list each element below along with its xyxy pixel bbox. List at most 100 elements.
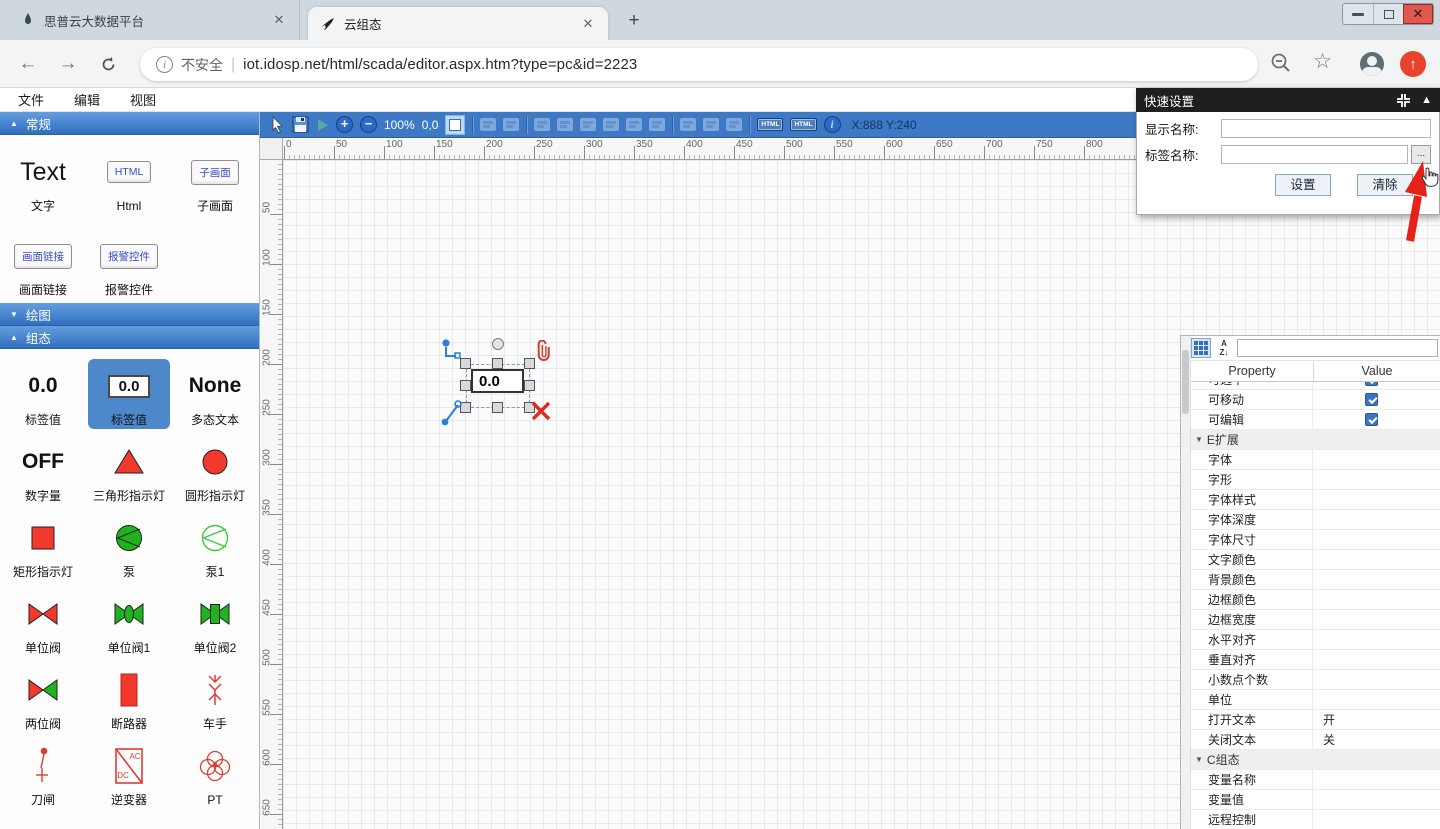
apply-button[interactable]: 设置 — [1275, 174, 1331, 196]
palette-item-Html[interactable]: HTML Html — [88, 145, 170, 215]
align-center-icon[interactable] — [557, 118, 573, 131]
property-row-变量值[interactable]: 变量值 — [1191, 790, 1440, 810]
palette-item-矩形指示灯[interactable]: 矩形指示灯 — [2, 511, 84, 581]
quick-settings-header[interactable]: 快速设置 ▲ — [1136, 88, 1440, 112]
palette-item-PT[interactable]: PT — [174, 739, 256, 809]
property-category-C组态[interactable]: ▼C组态 — [1191, 750, 1440, 770]
canvas-grid-tool-icon[interactable] — [445, 115, 465, 135]
checkbox-checked-icon[interactable] — [1365, 382, 1378, 386]
html-source-icon[interactable]: HTML — [790, 118, 816, 131]
palette-item-单位阀2[interactable]: 单位阀2 — [174, 587, 256, 657]
forward-button[interactable]: → — [54, 50, 82, 78]
property-row-文字颜色[interactable]: 文字颜色 — [1191, 550, 1440, 570]
palette-item-断路器[interactable]: 断路器 — [88, 663, 170, 733]
property-filter-input[interactable] — [1237, 339, 1438, 357]
property-column-header[interactable]: Property — [1191, 364, 1313, 378]
palette-item-圆形指示灯[interactable]: 圆形指示灯 — [174, 435, 256, 505]
resize-handle-e[interactable] — [524, 380, 535, 391]
property-row-字形[interactable]: 字形 — [1191, 470, 1440, 490]
back-button[interactable]: ← — [14, 50, 42, 78]
palette-item-画面链接[interactable]: 画面链接 画面链接 — [2, 229, 84, 299]
property-row-关闭文本[interactable]: 关闭文本关 — [1191, 730, 1440, 750]
window-close-button[interactable]: ✕ — [1403, 4, 1433, 24]
tag-name-input[interactable] — [1221, 145, 1408, 164]
categorize-icon[interactable] — [1191, 338, 1211, 358]
property-row-背景颜色[interactable]: 背景颜色 — [1191, 570, 1440, 590]
tab-close-icon[interactable]: ✕ — [580, 16, 596, 32]
property-row-单位[interactable]: 单位 — [1191, 690, 1440, 710]
palette-item-数字量[interactable]: OFF 数字量 — [2, 435, 84, 505]
same-size-icon[interactable] — [703, 118, 719, 131]
property-row-变量名称[interactable]: 变量名称 — [1191, 770, 1440, 790]
palette-item-报警控件[interactable]: 报警控件 报警控件 — [88, 229, 170, 299]
property-row-打开文本[interactable]: 打开文本开 — [1191, 710, 1440, 730]
palette-item-单位阀[interactable]: 单位阀 — [2, 587, 84, 657]
palette-item-三角形指示灯[interactable]: 三角形指示灯 — [88, 435, 170, 505]
palette-item-标签值[interactable]: 0.0 标签值 — [88, 359, 170, 429]
palette-item-文字[interactable]: Text 文字 — [2, 145, 84, 215]
sort-az-icon[interactable]: AZ↓ — [1214, 338, 1234, 358]
property-row-远程控制[interactable]: 远程控制 — [1191, 810, 1440, 829]
section-header-scada[interactable]: ▲ 组态 — [0, 326, 259, 349]
palette-item-标签值[interactable]: 0.0 标签值 — [2, 359, 84, 429]
section-header-general[interactable]: ▲ 常规 — [0, 112, 259, 135]
align-bottom-icon[interactable] — [649, 118, 665, 131]
html-edit-icon[interactable]: HTML — [757, 118, 783, 131]
property-row-可选中[interactable]: 可选中 — [1191, 382, 1440, 390]
property-row-字体[interactable]: 字体 — [1191, 450, 1440, 470]
menu-view[interactable]: 视图 — [130, 90, 156, 109]
align-right-icon[interactable] — [580, 118, 596, 131]
property-row-垂直对齐[interactable]: 垂直对齐 — [1191, 650, 1440, 670]
palette-item-单位阀1[interactable]: 单位阀1 — [88, 587, 170, 657]
distribute-h-icon[interactable] — [680, 118, 696, 131]
palette-item-车手[interactable]: 车手 — [174, 663, 256, 733]
palette-item-子画面[interactable]: 子画面 子画面 — [174, 145, 256, 215]
connector-top-icon[interactable] — [441, 338, 463, 362]
palette-item-两位阀[interactable]: 两位阀 — [2, 663, 84, 733]
resize-handle-w[interactable] — [460, 380, 471, 391]
window-restore-button[interactable] — [1373, 4, 1403, 24]
zoom-in-icon[interactable]: + — [336, 116, 353, 133]
new-tab-button[interactable]: + — [622, 10, 646, 34]
group-icon[interactable] — [480, 118, 496, 131]
tab-cloud-scada[interactable]: 云组态 ✕ — [308, 7, 608, 40]
profile-avatar[interactable] — [1360, 52, 1384, 76]
address-bar[interactable]: i 不安全 | iot.idosp.net/html/scada/editor.… — [140, 48, 1258, 81]
collapse-panel-icon[interactable]: ▲ — [1421, 94, 1432, 106]
align-left-icon[interactable] — [534, 118, 550, 131]
display-name-input[interactable] — [1221, 119, 1431, 138]
checkbox-checked-icon[interactable] — [1365, 413, 1378, 426]
property-row-字体尺寸[interactable]: 字体尺寸 — [1191, 530, 1440, 550]
property-category-E扩展[interactable]: ▼E扩展 — [1191, 430, 1440, 450]
run-icon[interactable] — [316, 118, 329, 132]
dock-icon[interactable] — [1396, 93, 1411, 108]
menu-edit[interactable]: 编辑 — [74, 90, 100, 109]
delete-x-icon[interactable] — [530, 400, 552, 422]
selected-widget[interactable]: 0.0 — [440, 336, 560, 432]
property-row-小数点个数[interactable]: 小数点个数 — [1191, 670, 1440, 690]
property-row-边框颜色[interactable]: 边框颜色 — [1191, 590, 1440, 610]
attach-icon[interactable] — [532, 340, 552, 364]
tab-siplink-platform[interactable]: 思普云大数据平台 ✕ — [8, 0, 300, 40]
property-row-边框宽度[interactable]: 边框宽度 — [1191, 610, 1440, 630]
ungroup-icon[interactable] — [503, 118, 519, 131]
rotate-handle[interactable] — [492, 338, 504, 350]
tab-close-icon[interactable]: ✕ — [271, 12, 287, 28]
scrollbar-thumb[interactable] — [1182, 350, 1189, 414]
connector-bottom-icon[interactable] — [441, 400, 463, 426]
section-header-draw[interactable]: ▼ 绘图 — [0, 303, 259, 326]
bookmark-star-icon[interactable]: ☆ — [1313, 49, 1332, 74]
property-row-水平对齐[interactable]: 水平对齐 — [1191, 630, 1440, 650]
palette-item-逆变器[interactable]: ACDC 逆变器 — [88, 739, 170, 809]
property-row-可移动[interactable]: 可移动 — [1191, 390, 1440, 410]
select-tool-icon[interactable] — [269, 116, 285, 134]
property-row-可编辑[interactable]: 可编辑 — [1191, 410, 1440, 430]
align-top-icon[interactable] — [603, 118, 619, 131]
palette-item-多态文本[interactable]: None 多态文本 — [174, 359, 256, 429]
clear-button[interactable]: 清除 — [1357, 174, 1413, 196]
zoom-out-icon[interactable]: − — [360, 116, 377, 133]
distribute-v-icon[interactable] — [726, 118, 742, 131]
value-column-header[interactable]: Value — [1313, 361, 1440, 381]
zoom-indicator-icon[interactable] — [1270, 52, 1292, 79]
tag-browse-button[interactable]: ... — [1411, 145, 1431, 164]
